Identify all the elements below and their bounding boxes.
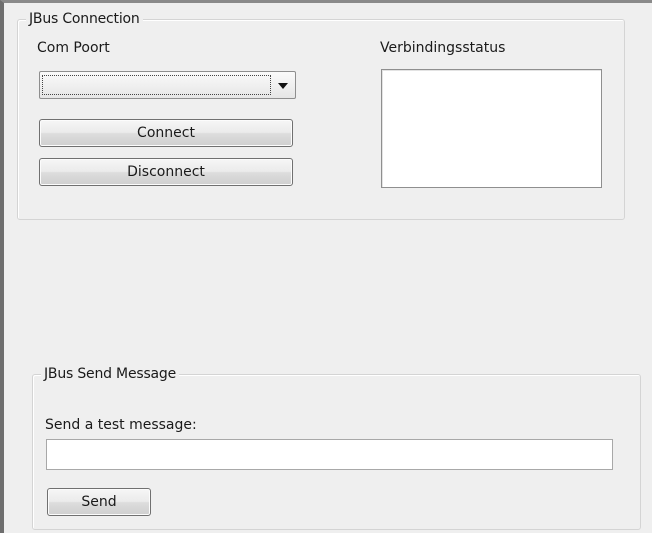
connect-button[interactable]: Connect <box>39 119 293 147</box>
test-message-label: Send a test message: <box>45 417 197 433</box>
connection-status-list[interactable] <box>381 69 602 188</box>
com-port-label: Com Poort <box>37 40 110 56</box>
app-window: JBus Connection Com Poort Connect Discon… <box>0 0 652 533</box>
chevron-down-icon[interactable] <box>278 83 288 89</box>
com-port-selected-value <box>42 75 271 95</box>
send-button[interactable]: Send <box>47 488 151 516</box>
com-port-dropdown[interactable] <box>39 71 296 99</box>
connection-status-label: Verbindingsstatus <box>380 40 506 56</box>
test-message-input[interactable] <box>46 439 613 470</box>
jbus-connection-title: JBus Connection <box>26 10 143 28</box>
disconnect-button[interactable]: Disconnect <box>39 158 293 186</box>
jbus-send-message-title: JBus Send Message <box>41 365 180 383</box>
